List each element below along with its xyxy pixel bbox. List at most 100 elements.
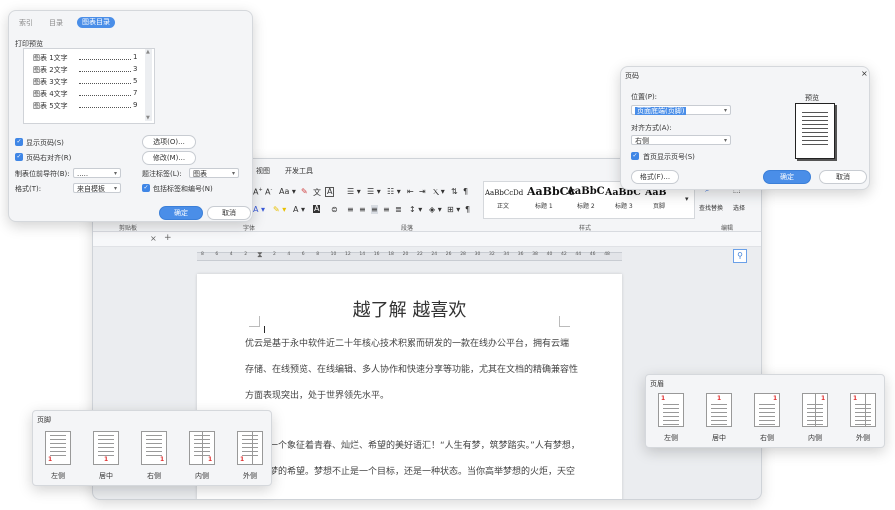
first-page-checkbox[interactable]: ✓ [631, 152, 639, 160]
ruler-tick-label: 38 [532, 252, 538, 257]
options-button[interactable]: 选项(O)... [142, 135, 196, 149]
footer-option-thumbnail[interactable]: 1 [237, 431, 263, 465]
decrease-indent-icon[interactable]: ⇤ [407, 187, 414, 196]
char-border-icon[interactable]: A [325, 187, 335, 197]
ruler-tick-label: 36 [517, 252, 524, 257]
thumbnail-line [711, 404, 727, 405]
header-option-thumbnail[interactable]: 1 [754, 393, 780, 427]
toc-ok-button[interactable]: 确定 [159, 206, 203, 220]
align-right-icon[interactable]: ≡ [371, 205, 378, 214]
thumbnail-line [98, 451, 114, 452]
enclose-char-icon[interactable]: ⊜ [331, 205, 338, 214]
horizontal-ruler[interactable]: 8 6 4 2 2 4 6 8 10 12 14 16 18 20 22 24 26 28 30 32 34 36 38 40… [197, 250, 622, 261]
align-left-icon[interactable]: ≡ [347, 205, 354, 214]
show-marks-icon[interactable]: ¶ [463, 187, 468, 196]
char-shading-icon[interactable]: A [313, 205, 321, 213]
scroll-up-icon[interactable]: ▲ [146, 49, 150, 55]
thumbnail-line [50, 447, 66, 448]
show-page-numbers-checkbox[interactable]: ✓ [15, 138, 23, 146]
numbering-icon[interactable]: ☰ ▾ [367, 187, 381, 196]
page-number-ok-button[interactable]: 确定 [763, 170, 811, 184]
font-color-icon[interactable]: A ▾ [253, 205, 265, 214]
preview-text-line [802, 124, 828, 125]
toc-cancel-button[interactable]: 取消 [207, 206, 251, 220]
footer-option-thumbnail[interactable]: 1 [141, 431, 167, 465]
ruler-tick-label: 24 [431, 252, 438, 257]
style-heading3-label: 标题 3 [615, 203, 633, 210]
close-icon[interactable]: × [861, 69, 868, 78]
font-shrink-icon[interactable]: A- [265, 187, 272, 197]
right-align-checkbox[interactable]: ✓ [15, 153, 23, 161]
bullets-icon[interactable]: ☰ ▾ [347, 187, 361, 196]
paragraph-mark-icon[interactable]: ¶ [465, 205, 470, 214]
ruler-tick-label: 2 [273, 252, 276, 257]
new-tab-icon[interactable]: + [164, 233, 172, 243]
find-replace-label[interactable]: 查找替换 [699, 203, 723, 212]
footer-option-thumbnail[interactable]: 1 [189, 431, 215, 465]
facing-page-divider [202, 432, 203, 464]
highlight-icon[interactable]: ✎ ▾ [273, 205, 286, 214]
scroll-down-icon[interactable]: ▼ [146, 115, 150, 121]
footer-option-label: 外侧 [243, 472, 257, 480]
alignment-select[interactable]: 右侧 [631, 135, 731, 146]
header-option-label: 居中 [712, 434, 726, 442]
align-center-icon[interactable]: ≡ [359, 205, 366, 214]
header-option-thumbnail[interactable]: 1 [658, 393, 684, 427]
close-tab-icon[interactable]: × [150, 234, 157, 243]
ruler-tick-label: 10 [330, 252, 337, 257]
text-direction-icon[interactable]: Ⲭ ▾ [433, 187, 445, 197]
thumbnail-line [98, 439, 114, 440]
line-spacing-icon[interactable]: ↕ ▾ [409, 205, 422, 214]
thumbnail-line [759, 404, 775, 405]
sort-icon[interactable]: ⇅ [451, 187, 458, 196]
format-select[interactable]: 来自模板 [73, 183, 121, 194]
styles-more-icon[interactable]: ▾ [685, 195, 689, 203]
tab-table-of-figures[interactable]: 图表目录 [77, 17, 115, 28]
paragraph1-line1: 优云是基于永中软件近二十年核心技术积累而研发的一款在线办公平台，拥有云端 [245, 339, 570, 349]
change-case-icon[interactable]: Aa ▾ [279, 187, 296, 196]
thumbnail-line [711, 420, 727, 421]
position-select[interactable]: 页面底端(页脚) [631, 105, 731, 116]
page-number-marker: 1 [240, 456, 245, 463]
thumbnail-line [146, 451, 162, 452]
borders-icon[interactable]: ⊞ ▾ [447, 205, 460, 214]
page-number-cancel-button[interactable]: 取消 [819, 170, 867, 184]
caption-label-select[interactable]: 图表 [189, 168, 239, 179]
modify-button[interactable]: 修改(M)... [142, 151, 196, 165]
header-option-thumbnail[interactable]: 1 [802, 393, 828, 427]
text-color-icon[interactable]: A ▾ [293, 205, 305, 214]
font-grow-icon[interactable]: A+ [253, 187, 263, 197]
multilevel-icon[interactable]: ☷ ▾ [387, 187, 401, 196]
tab-index[interactable]: 索引 [19, 18, 33, 28]
distribute-icon[interactable]: ≣ [395, 205, 402, 214]
location-pin-icon[interactable]: ⚲ [733, 249, 747, 263]
thumbnail-line [711, 424, 727, 425]
tab-leader-select[interactable]: ..... [73, 168, 121, 179]
include-label-checkbox[interactable]: ✓ [142, 184, 150, 192]
tab-view[interactable]: 视图 [256, 166, 270, 176]
ruler-tick-label: 20 [402, 252, 409, 257]
tab-developer-tools[interactable]: 开发工具 [285, 166, 313, 176]
select-label[interactable]: 选择 [733, 203, 745, 212]
print-preview-scrollbar[interactable]: ▲ ▼ [145, 49, 152, 121]
header-option-thumbnail[interactable]: 1 [706, 393, 732, 427]
thumbnail-line [759, 424, 775, 425]
thumbnail-line [759, 408, 775, 409]
header-option-label: 外侧 [856, 434, 870, 442]
preview-entry-page: 3 [133, 65, 138, 73]
footer-option-thumbnail[interactable]: 1 [93, 431, 119, 465]
clear-format-icon[interactable]: ✎ [301, 187, 308, 196]
ruler-tick-label: 46 [589, 252, 596, 257]
group-font-label: 字体 [243, 225, 256, 232]
format-button[interactable]: 格式(F)... [631, 170, 679, 184]
thumbnail-line [242, 443, 258, 444]
indent-marker-icon[interactable]: ⧗ [257, 250, 263, 260]
increase-indent-icon[interactable]: ⇥ [419, 187, 426, 196]
ruler-tick-label: 40 [546, 252, 553, 257]
header-option-thumbnail[interactable]: 1 [850, 393, 876, 427]
shading-icon[interactable]: ◈ ▾ [429, 205, 442, 214]
justify-icon[interactable]: ≡ [383, 205, 390, 214]
tab-toc[interactable]: 目录 [49, 18, 63, 28]
footer-option-thumbnail[interactable]: 1 [45, 431, 71, 465]
phonetic-icon[interactable]: 文 [313, 187, 321, 198]
